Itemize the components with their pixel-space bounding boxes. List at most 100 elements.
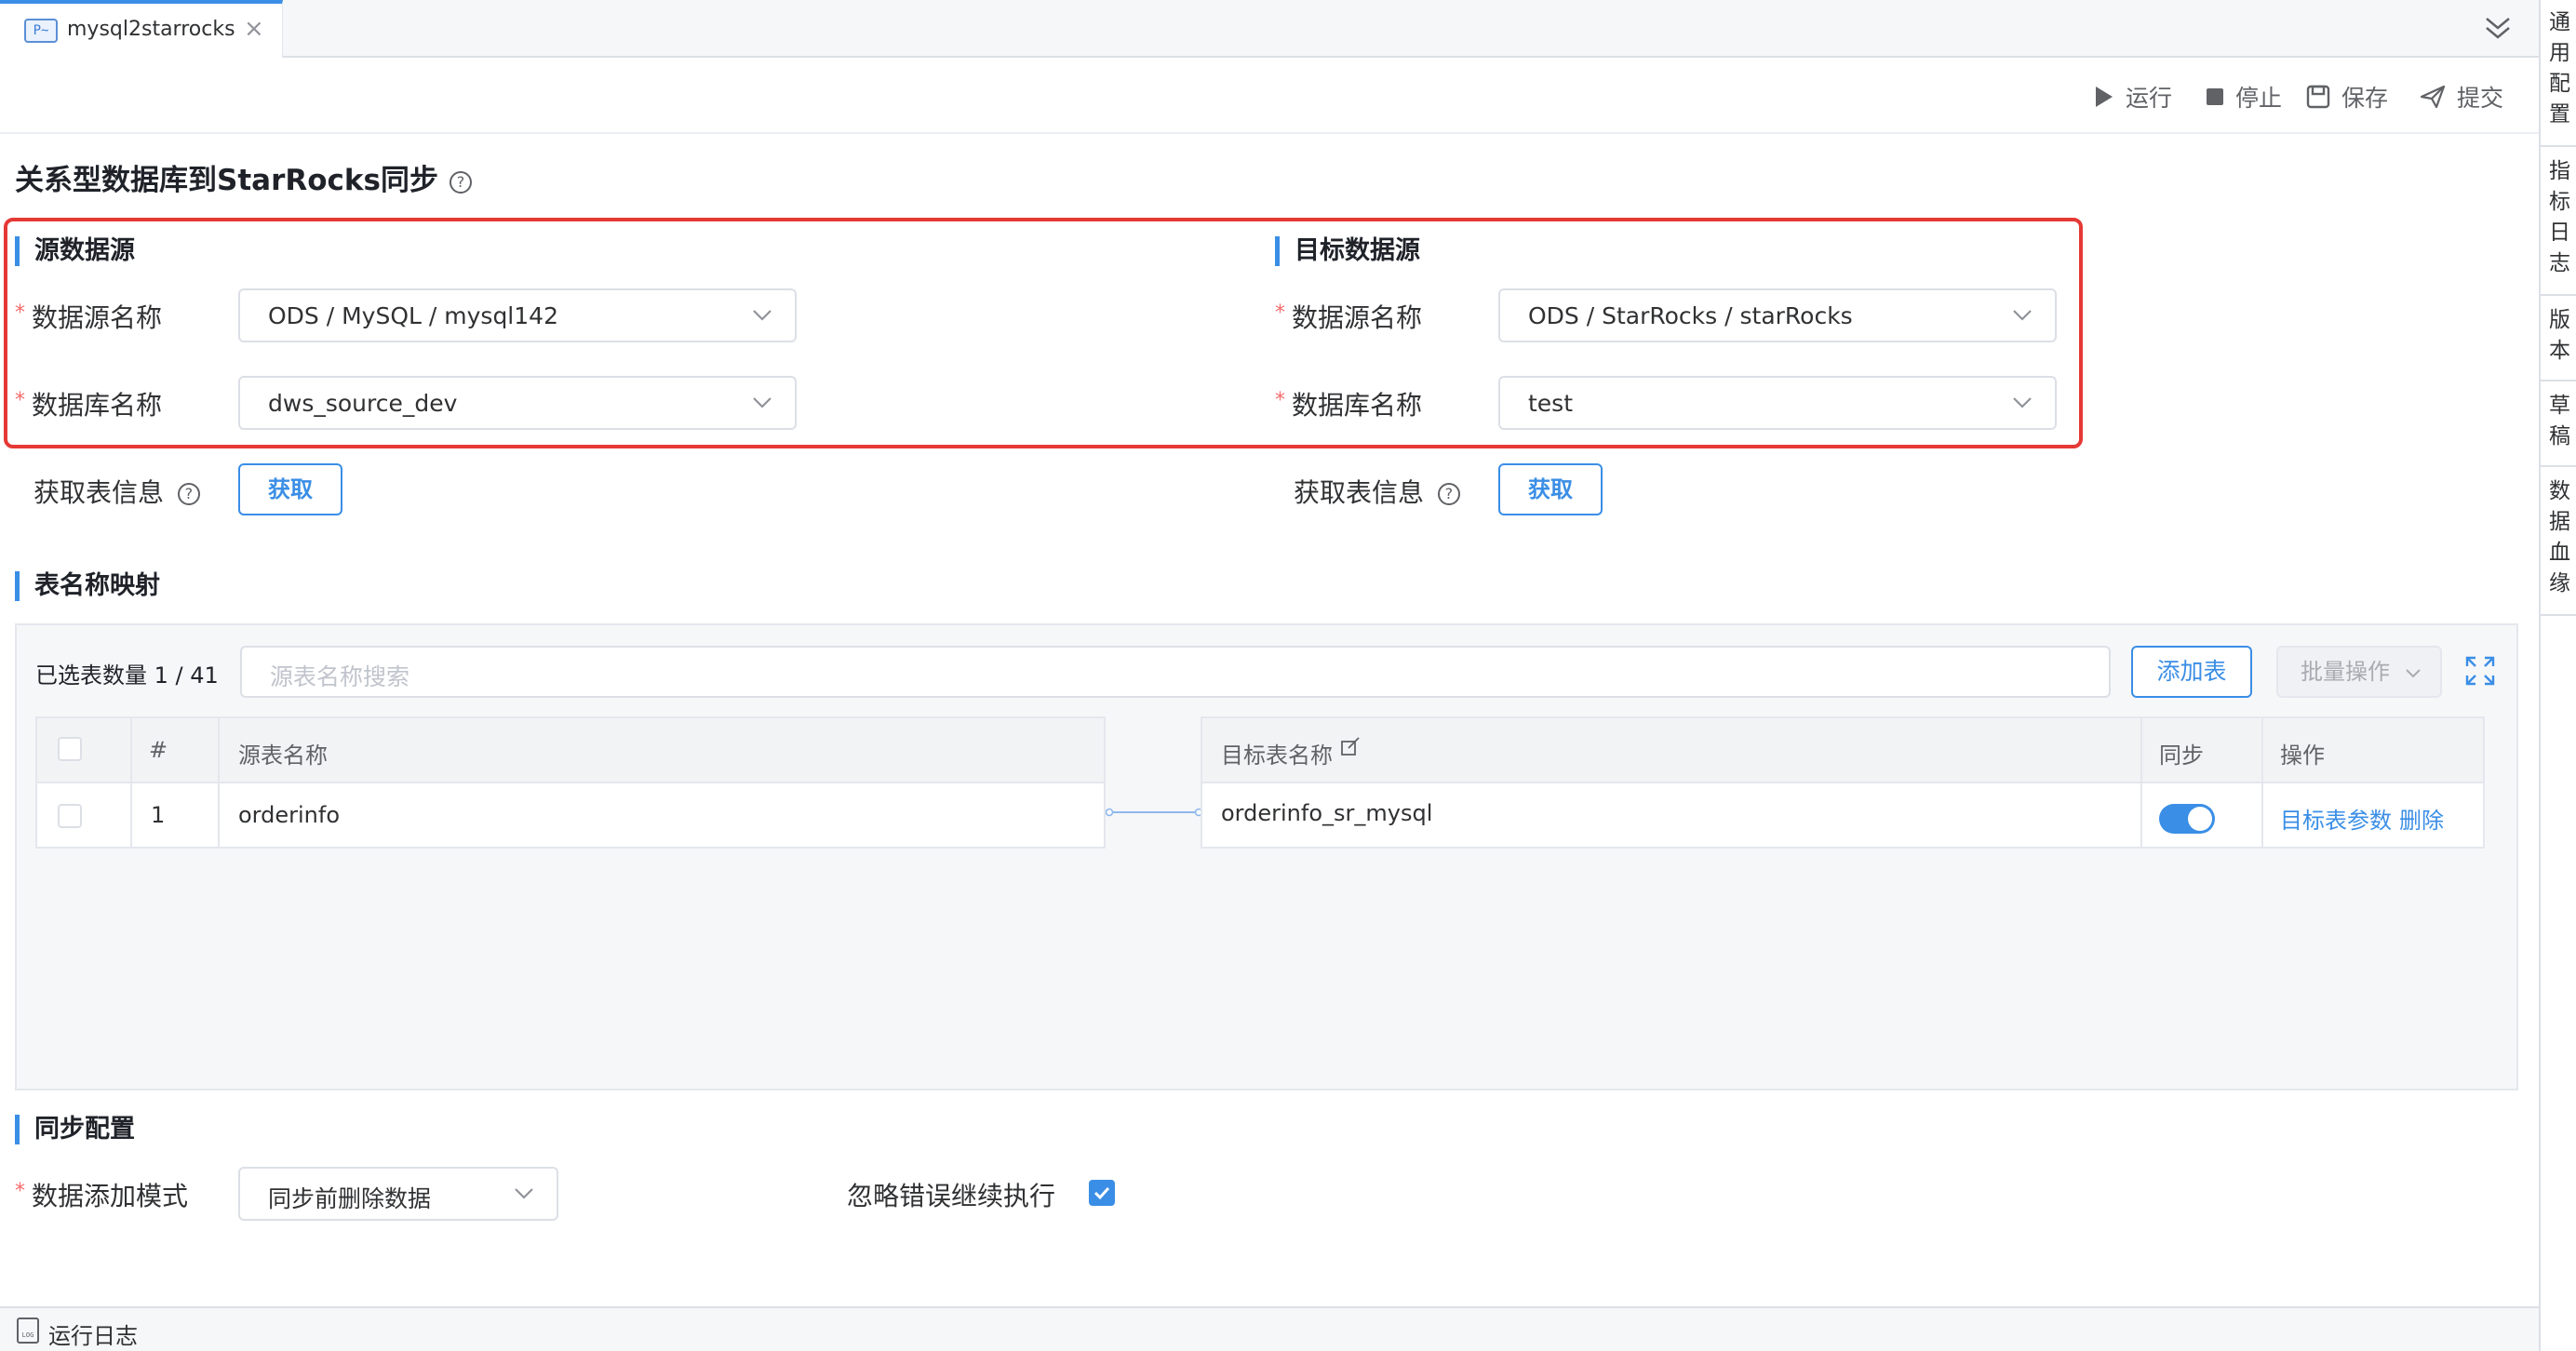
play-icon (2096, 87, 2113, 107)
save-icon (2306, 85, 2330, 109)
stop-label: 停止 (2235, 85, 2283, 112)
right-side-panel: 通用配置 指标日志 版本 草稿 数据血缘 (2539, 0, 2576, 1351)
chevron-down-icon (753, 397, 771, 408)
target-fetch-button[interactable]: 获取 (1498, 463, 1603, 515)
chevron-down-icon (2405, 669, 2421, 678)
side-tab-label: 数据血缘 (2549, 479, 2570, 595)
add-mode-select[interactable]: 同步前删除数据 (238, 1167, 558, 1221)
help-icon[interactable]: ? (449, 170, 472, 194)
file-type-icon: P~ (24, 19, 58, 43)
source-datasource-label: 数据源名称 (32, 302, 163, 333)
column-target-name: 目标表名称 (1221, 737, 1361, 769)
source-fetch-button[interactable]: 获取 (238, 463, 342, 515)
required-mark: * (15, 389, 25, 412)
source-fetch-label-text: 获取表信息 (34, 477, 165, 508)
required-mark: * (1275, 389, 1285, 412)
tab-mysql2starrocks[interactable]: P~ mysql2starrocks × (0, 0, 283, 58)
side-tab-draft[interactable]: 草稿 (2541, 383, 2576, 467)
chevron-double-down-icon[interactable] (2481, 13, 2515, 45)
sync-toggle[interactable] (2159, 804, 2215, 834)
log-file-icon: LOG (17, 1318, 39, 1344)
source-datasource-value: ODS / MySQL / mysql142 (268, 302, 558, 329)
required-mark: * (1275, 301, 1285, 325)
run-label: 运行 (2126, 85, 2173, 112)
side-tab-metric-log[interactable]: 指标日志 (2541, 149, 2576, 296)
add-mode-value: 同步前删除数据 (268, 1185, 432, 1212)
stop-button[interactable]: 停止 (2206, 80, 2282, 114)
batch-operation-button[interactable]: 批量操作 (2276, 646, 2442, 698)
source-table: # 源表名称 1 orderinfo (35, 716, 1106, 849)
help-icon[interactable]: ? (177, 483, 200, 505)
save-label: 保存 (2341, 85, 2389, 112)
column-index: # (149, 737, 168, 763)
editor-tab-bar: P~ mysql2starrocks × (0, 0, 2539, 58)
target-datasource-select[interactable]: ODS / StarRocks / starRocks (1498, 288, 2057, 342)
column-actions: 操作 (2280, 742, 2325, 769)
status-bar: LOG 运行日志 (0, 1306, 2539, 1351)
stop-icon (2207, 88, 2223, 105)
chevron-down-icon (2013, 397, 2032, 408)
required-mark: * (15, 301, 25, 325)
column-target-name-text: 目标表名称 (1221, 742, 1333, 769)
source-section-title: 源数据源 (15, 236, 135, 266)
source-database-value: dws_source_dev (268, 390, 458, 417)
target-datasource-label: 数据源名称 (1292, 302, 1423, 333)
target-database-label: 数据库名称 (1292, 390, 1423, 421)
side-tab-version[interactable]: 版本 (2541, 298, 2576, 381)
row-checkbox[interactable] (58, 804, 82, 828)
check-icon (1093, 1186, 1110, 1200)
row-source-name: orderinfo (238, 802, 341, 828)
source-database-label: 数据库名称 (32, 390, 163, 421)
required-mark: * (15, 1180, 25, 1203)
target-database-value: test (1528, 390, 1574, 417)
side-tab-data-lineage[interactable]: 数据血缘 (2541, 469, 2576, 616)
target-params-link[interactable]: 目标表参数 (2280, 802, 2392, 835)
source-table-header: # 源表名称 (37, 718, 1104, 783)
source-fetch-label: 获取表信息 ? (34, 473, 200, 510)
add-mode-label: 数据添加模式 (32, 1181, 189, 1211)
target-database-select[interactable]: test (1498, 376, 2057, 430)
sync-config-section-title: 同步配置 (15, 1115, 135, 1144)
side-tab-label: 指标日志 (2549, 159, 2570, 275)
target-section-title: 目标数据源 (1275, 236, 1420, 266)
column-sync: 同步 (2159, 742, 2204, 769)
target-table: 目标表名称 同步 操作 orderinfo_sr_mysql 目标表参数 删除 (1201, 716, 2485, 849)
source-database-select[interactable]: dws_source_dev (238, 376, 797, 430)
close-icon[interactable]: × (244, 15, 264, 43)
source-datasource-select[interactable]: ODS / MySQL / mysql142 (238, 288, 797, 342)
ignore-error-checkbox[interactable] (1089, 1180, 1115, 1206)
page-title-text: 关系型数据库到StarRocks同步 (15, 164, 438, 197)
save-button[interactable]: 保存 (2306, 80, 2388, 114)
mapping-section-title: 表名称映射 (15, 571, 160, 601)
selected-table-count: 已选表数量 1 / 41 (35, 662, 219, 689)
help-icon[interactable]: ? (1437, 483, 1460, 505)
target-fetch-label-text: 获取表信息 (1294, 477, 1425, 508)
add-table-button[interactable]: 添加表 (2131, 646, 2252, 698)
chevron-down-icon (515, 1188, 533, 1199)
search-placeholder: 源表名称搜索 (270, 663, 410, 690)
side-tab-label: 草稿 (2549, 394, 2570, 448)
target-datasource-value: ODS / StarRocks / starRocks (1528, 302, 1853, 329)
submit-button[interactable]: 提交 (2420, 80, 2503, 114)
delete-link[interactable]: 删除 (2399, 802, 2444, 835)
side-tab-label: 版本 (2549, 308, 2570, 363)
toolbar: 运行 停止 保存 提交 (0, 60, 2539, 134)
target-fetch-label: 获取表信息 ? (1294, 473, 1460, 510)
select-all-checkbox[interactable] (58, 737, 82, 761)
fullscreen-icon[interactable] (2464, 655, 2496, 687)
submit-label: 提交 (2457, 85, 2504, 112)
source-table-search-input[interactable]: 源表名称搜索 (240, 646, 2111, 698)
side-tab-label: 通用配置 (2549, 10, 2570, 127)
edit-icon[interactable] (1340, 737, 1361, 757)
mapping-connector-line (1106, 808, 1202, 817)
column-source-name: 源表名称 (238, 742, 328, 769)
tab-title: mysql2starrocks (67, 18, 235, 41)
page-title: 关系型数据库到StarRocks同步? (15, 156, 472, 198)
chevron-down-icon (753, 310, 771, 321)
chevron-down-icon (2013, 310, 2032, 321)
row-index: 1 (151, 802, 166, 828)
run-log-button[interactable]: 运行日志 (48, 1318, 138, 1350)
side-tab-general-config[interactable]: 通用配置 (2541, 0, 2576, 147)
target-table-header: 目标表名称 同步 操作 (1202, 718, 2483, 783)
run-button[interactable]: 运行 (2094, 80, 2172, 114)
